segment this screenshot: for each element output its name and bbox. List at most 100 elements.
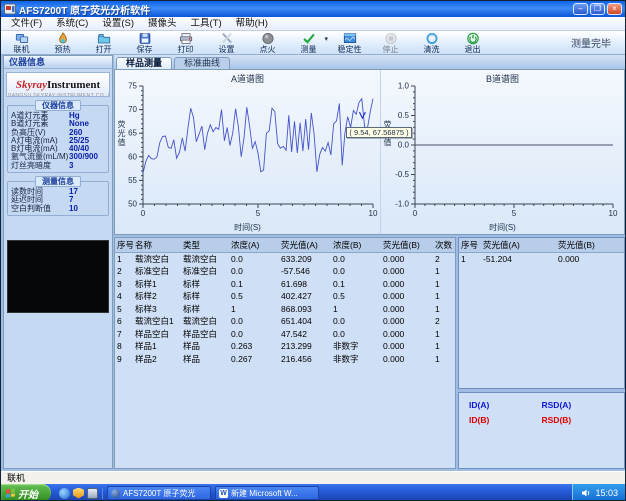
y-tick-label: 55	[128, 176, 137, 185]
toolbar-button-check[interactable]: 测量▾	[288, 31, 329, 54]
readings-table[interactable]: 序号荧光值(A)荧光值(B)1-51.2040.000	[459, 238, 625, 265]
x-tick-label: 0	[141, 209, 146, 218]
toolbar-button-printer[interactable]: 打印	[165, 31, 206, 54]
desktop-icon[interactable]	[87, 488, 98, 499]
status-bar: 联机	[1, 471, 625, 484]
menu-item[interactable]: 设置(S)	[95, 17, 141, 30]
toolbar-button-label: 稳定性	[338, 46, 362, 54]
tab-sample-measure[interactable]: 样品测量	[116, 57, 172, 69]
speaker-icon[interactable]	[581, 488, 591, 498]
table-cell: 7	[115, 328, 133, 341]
chart-b-plot[interactable]: -1.0-0.50.00.51.00510	[381, 70, 625, 234]
column-header: 浓度(A)	[229, 238, 279, 253]
info-label: 空白判断值	[11, 205, 69, 213]
table-row[interactable]: 1-51.2040.000	[459, 253, 625, 266]
start-label: 开始	[18, 486, 38, 501]
table-cell: 样品1	[133, 340, 181, 353]
stop-icon	[384, 32, 398, 45]
stability-icon	[343, 32, 357, 45]
toolbar-button-power[interactable]: 退出	[452, 31, 493, 54]
toolbar-button-label: 打印	[178, 46, 194, 54]
tab-standard-curve[interactable]: 标准曲线	[174, 57, 230, 69]
toolbar-button-folder[interactable]: 打开	[83, 31, 124, 54]
toolbar-button-monitor[interactable]: 联机	[1, 31, 42, 54]
dropdown-arrow-icon[interactable]: ▾	[324, 35, 328, 43]
table-cell: 9	[115, 353, 133, 366]
browser-icon[interactable]	[59, 488, 70, 499]
toolbar-button-label: 联机	[14, 46, 30, 54]
toolbar-button-label: 清洗	[424, 46, 440, 54]
logo-subtitle: JIANGSU SKYRAY INSTRUMENT CO.,LTD	[7, 93, 109, 97]
y-tick-label: 50	[128, 200, 137, 209]
table-cell: 1	[433, 328, 456, 341]
table-row[interactable]: 6载流空白1载流空白0.0651.4040.00.0002	[115, 315, 456, 328]
results-table[interactable]: 序号名称类型浓度(A)荧光值(A)浓度(B)荧光值(B)次数1载流空白载流空白0…	[115, 238, 456, 365]
toolbar-button-floppy[interactable]: 保存	[124, 31, 165, 54]
table-cell: 216.456	[279, 353, 331, 366]
chart-a-xlabel: 时间(S)	[115, 222, 380, 233]
taskbar-task-afs[interactable]: AFS7200T 原子荧光	[107, 486, 211, 500]
measure-group-rows: 读数时间17延迟时间7空白判断值10	[9, 188, 107, 213]
chart-a-plot[interactable]: 5055606570750510	[115, 70, 380, 234]
taskbar-task-word[interactable]: W 新建 Microsoft W...	[215, 486, 319, 500]
table-row[interactable]: 3标样1标样0.161.6980.10.0001	[115, 278, 456, 291]
table-row[interactable]: 9样品2样品0.267216.456非数字0.0001	[115, 353, 456, 366]
y-tick-label: 60	[128, 152, 137, 161]
instrument-group-title: 仪器信息	[35, 100, 81, 111]
x-tick-label: 5	[256, 209, 261, 218]
toolbar-button-flame[interactable]: 预热	[42, 31, 83, 54]
table-cell: 0.0	[331, 315, 381, 328]
menu-item[interactable]: 工具(T)	[184, 17, 229, 30]
table-cell: 1	[459, 253, 481, 266]
camera-view[interactable]	[7, 240, 109, 313]
toolbar-button-stability[interactable]: 稳定性	[329, 31, 370, 54]
maximize-icon[interactable]: ❐	[590, 3, 605, 15]
table-cell: 1	[433, 303, 456, 316]
table-cell: 0.000	[381, 265, 433, 278]
menu-item[interactable]: 文件(F)	[4, 17, 49, 30]
table-cell: 0.1	[229, 278, 279, 291]
table-row[interactable]: 5标样3标样1868.09310.0001	[115, 303, 456, 316]
toolbar-button-stop: 停止	[370, 31, 411, 54]
table-cell: 0.5	[331, 290, 381, 303]
menu-item[interactable]: 系统(C)	[49, 17, 95, 30]
toolbar-button-tools[interactable]: 设置	[206, 31, 247, 54]
start-button[interactable]: 开始	[1, 484, 51, 501]
table-cell: 样品2	[133, 353, 181, 366]
menu-bar: 文件(F)系统(C)设置(S)摄像头工具(T)帮助(H)	[1, 17, 625, 31]
tools-icon	[220, 32, 234, 45]
table-cell: 0.0	[331, 328, 381, 341]
toolbar-button-label: 打开	[96, 46, 112, 54]
table-row[interactable]: 2标准空白标准空白0.0-57.5460.00.0001	[115, 265, 456, 278]
table-cell: 0.000	[381, 303, 433, 316]
taskbar: 开始 AFS7200T 原子荧光 W 新建 Microsoft W... 15:…	[1, 484, 625, 501]
table-row[interactable]: 1载流空白载流空白0.0633.2090.00.0002	[115, 253, 456, 266]
table-cell: 0.0	[331, 253, 381, 266]
instrument-row: 灯丝亮暗度3	[9, 162, 107, 170]
toolbar-button-label: 停止	[383, 46, 399, 54]
table-cell: 1	[115, 253, 133, 266]
table-cell: 0.000	[381, 353, 433, 366]
close-icon[interactable]: ×	[607, 3, 622, 15]
table-cell: 2	[433, 253, 456, 266]
table-cell: 61.698	[279, 278, 331, 291]
check-icon	[302, 32, 316, 45]
status-text: 联机	[7, 473, 25, 483]
toolbar-button-ignite[interactable]: 点火	[247, 31, 288, 54]
table-row[interactable]: 7样品空白样品空白0.047.5420.00.0001	[115, 328, 456, 341]
y-tick-label: 0.5	[398, 111, 410, 120]
menu-item[interactable]: 帮助(H)	[229, 17, 275, 30]
table-cell: 0.000	[381, 278, 433, 291]
table-row[interactable]: 8样品1样品0.263213.299非数字0.0001	[115, 340, 456, 353]
messenger-icon[interactable]	[73, 488, 84, 499]
table-row[interactable]: 4标样2标样0.5402.4270.50.0001	[115, 290, 456, 303]
toolbar-button-wash[interactable]: 清洗	[411, 31, 452, 54]
column-header: 荧光值(B)	[556, 238, 625, 253]
table-cell: 8	[115, 340, 133, 353]
column-header: 序号	[115, 238, 133, 253]
table-cell: 402.427	[279, 290, 331, 303]
menu-item[interactable]: 摄像头	[141, 17, 184, 30]
table-cell: 0.000	[381, 290, 433, 303]
minimize-icon[interactable]: –	[573, 3, 588, 15]
y-tick-label: -0.5	[395, 170, 409, 179]
